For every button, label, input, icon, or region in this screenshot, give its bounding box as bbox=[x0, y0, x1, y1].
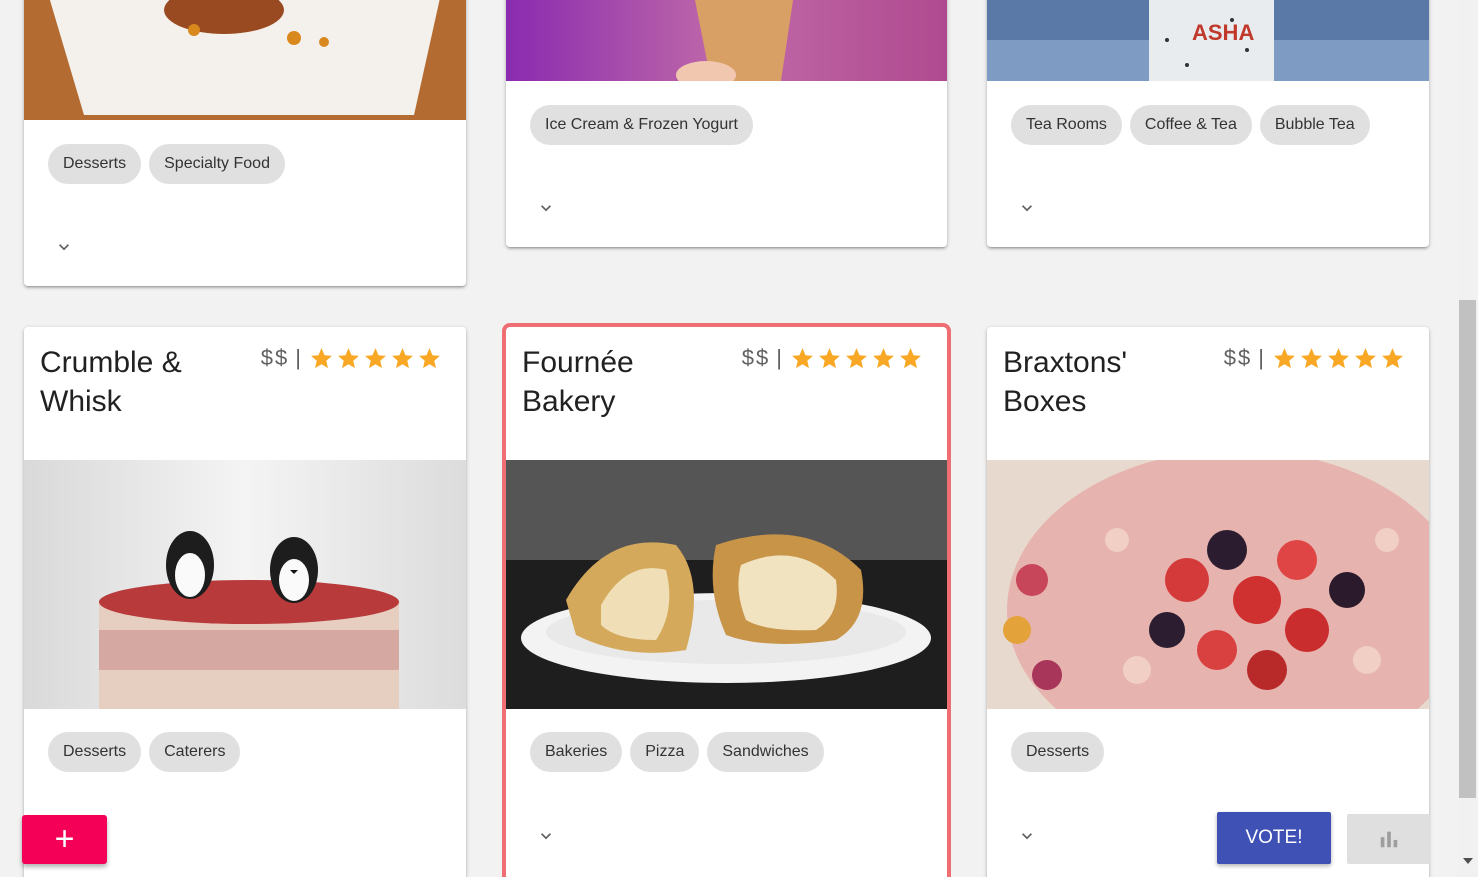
chevron-down-icon[interactable] bbox=[1017, 826, 1037, 846]
croissant-photo bbox=[506, 460, 947, 709]
chevron-down-icon[interactable] bbox=[536, 198, 556, 218]
price-rating: $$ | bbox=[742, 345, 923, 371]
category-chips: Bakeries Pizza Sandwiches bbox=[530, 732, 824, 772]
category-chips: Desserts Specialty Food bbox=[48, 144, 285, 184]
star-icon bbox=[819, 347, 840, 368]
chevron-down-icon[interactable] bbox=[54, 237, 74, 257]
svg-text:ASHA: ASHA bbox=[1192, 20, 1254, 45]
restaurant-card-crumble-whisk[interactable]: Crumble & Whisk $$ | Desserts Caterers bbox=[24, 327, 466, 877]
separator: | bbox=[295, 345, 301, 370]
chevron-down-icon[interactable] bbox=[536, 826, 556, 846]
chip-category[interactable]: Coffee & Tea bbox=[1129, 105, 1252, 145]
chip-category[interactable]: Desserts bbox=[48, 144, 142, 184]
price-rating: $$ | bbox=[261, 345, 442, 371]
chip-category[interactable]: Desserts bbox=[48, 732, 142, 772]
star-icon bbox=[792, 347, 813, 368]
star-icon bbox=[1328, 347, 1349, 368]
chip-category[interactable]: Bakeries bbox=[530, 732, 623, 772]
penguin-cake-photo bbox=[24, 460, 466, 709]
restaurant-card-fournee-bakery[interactable]: Fournée Bakery $$ | Bakeries Pizza Sandw… bbox=[502, 323, 951, 877]
price-level: $$ bbox=[260, 345, 290, 370]
restaurant-card-top-3[interactable]: ASHA Tea Rooms Coffee & Tea Bubble Tea bbox=[987, 0, 1429, 247]
price-rating: $$ | bbox=[1224, 345, 1405, 371]
chevron-down-icon[interactable] bbox=[1017, 198, 1037, 218]
bar-chart-icon bbox=[1380, 831, 1398, 848]
star-rating bbox=[1272, 346, 1405, 371]
restaurant-name: Braxtons' Boxes bbox=[1003, 346, 1128, 418]
star-icon bbox=[900, 347, 921, 368]
chip-category[interactable]: Specialty Food bbox=[149, 144, 285, 184]
vertical-scrollbar[interactable] bbox=[1458, 0, 1478, 877]
star-icon bbox=[1382, 347, 1403, 368]
star-icon bbox=[392, 347, 413, 368]
chip-category[interactable]: Bubble Tea bbox=[1259, 105, 1370, 145]
star-rating bbox=[309, 346, 442, 371]
add-restaurant-button[interactable]: + bbox=[22, 815, 107, 864]
restaurant-photo: ASHA bbox=[987, 0, 1429, 81]
star-icon bbox=[1274, 347, 1295, 368]
chip-category[interactable]: Tea Rooms bbox=[1011, 105, 1122, 145]
chip-category[interactable]: Sandwiches bbox=[707, 732, 824, 772]
chip-category[interactable]: Desserts bbox=[1011, 732, 1105, 772]
star-icon bbox=[846, 347, 867, 368]
restaurant-card-top-1[interactable]: Desserts Specialty Food bbox=[24, 0, 466, 286]
vote-button[interactable]: VOTE! bbox=[1217, 812, 1331, 864]
restaurant-card-top-2[interactable]: Ice Cream & Frozen Yogurt bbox=[506, 0, 947, 247]
category-chips: Ice Cream & Frozen Yogurt bbox=[530, 105, 753, 145]
star-icon bbox=[365, 347, 386, 368]
chip-category[interactable]: Ice Cream & Frozen Yogurt bbox=[530, 105, 753, 145]
star-rating bbox=[790, 346, 923, 371]
restaurant-photo bbox=[506, 0, 947, 81]
results-button[interactable] bbox=[1347, 814, 1430, 864]
restaurant-name: Fournée Bakery bbox=[522, 346, 634, 418]
restaurant-photo bbox=[24, 0, 466, 120]
berry-cake-photo bbox=[987, 460, 1429, 709]
chip-category[interactable]: Caterers bbox=[149, 732, 241, 772]
price-level: $$ bbox=[741, 345, 771, 370]
restaurant-name: Crumble & Whisk bbox=[40, 346, 182, 418]
star-icon bbox=[338, 347, 359, 368]
category-chips: Desserts bbox=[1011, 732, 1105, 772]
star-icon bbox=[1355, 347, 1376, 368]
category-chips: Tea Rooms Coffee & Tea Bubble Tea bbox=[1011, 105, 1370, 145]
star-icon bbox=[1301, 347, 1322, 368]
scrollbar-thumb[interactable] bbox=[1459, 300, 1476, 798]
separator: | bbox=[776, 345, 782, 370]
restaurant-card-braxtons-boxes[interactable]: Braxtons' Boxes $$ | Desserts bbox=[987, 327, 1429, 877]
category-chips: Desserts Caterers bbox=[48, 732, 241, 772]
star-icon bbox=[419, 347, 440, 368]
price-level: $$ bbox=[1223, 345, 1253, 370]
separator: | bbox=[1258, 345, 1264, 370]
chip-category[interactable]: Pizza bbox=[630, 732, 700, 772]
star-icon bbox=[311, 347, 332, 368]
scroll-down-arrow-icon[interactable] bbox=[1463, 858, 1473, 864]
star-icon bbox=[873, 347, 894, 368]
